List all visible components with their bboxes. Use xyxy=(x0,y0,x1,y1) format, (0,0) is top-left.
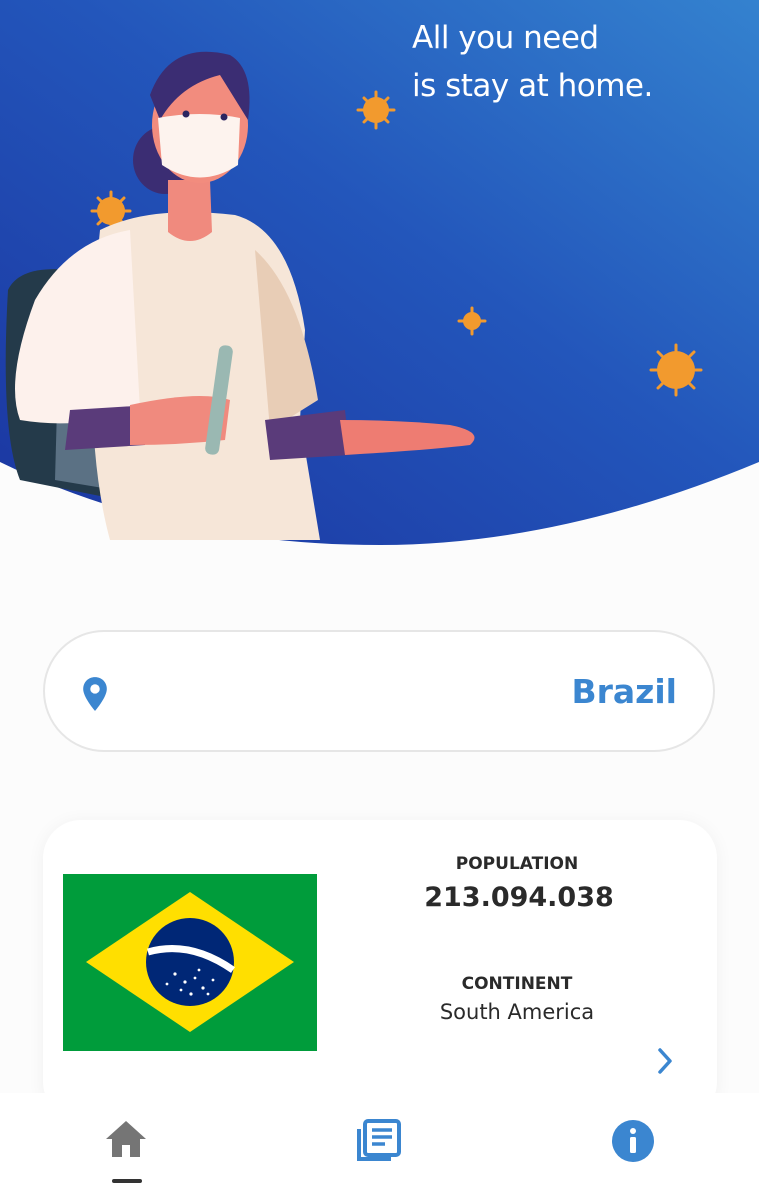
continent-label: CONTINENT xyxy=(461,974,573,994)
chevron-right-icon[interactable] xyxy=(655,1046,675,1080)
hero-banner: All you need is stay at home. xyxy=(0,0,759,560)
info-icon xyxy=(611,1120,655,1167)
population-label: POPULATION xyxy=(455,854,579,874)
home-icon xyxy=(104,1121,148,1163)
location-pin-icon xyxy=(81,676,109,716)
population-value: 213.094.038 xyxy=(424,882,614,913)
bottom-navigation xyxy=(0,1093,759,1190)
continent-value: South America xyxy=(439,1000,595,1024)
hero-tagline: All you need is stay at home. xyxy=(412,14,653,110)
nav-home[interactable] xyxy=(104,1119,154,1165)
brazil-flag xyxy=(63,874,317,1055)
nav-info[interactable] xyxy=(611,1119,661,1165)
country-selector[interactable]: Brazil xyxy=(43,630,715,752)
active-tab-indicator xyxy=(112,1179,142,1183)
hero-line-2: is stay at home. xyxy=(412,68,653,104)
nav-news[interactable] xyxy=(357,1119,407,1165)
news-icon xyxy=(357,1119,403,1167)
country-card: POPULATION 213.094.038 CONTINENT South A… xyxy=(43,820,717,1120)
hero-line-1: All you need xyxy=(412,20,599,56)
selected-country: Brazil xyxy=(571,672,677,711)
